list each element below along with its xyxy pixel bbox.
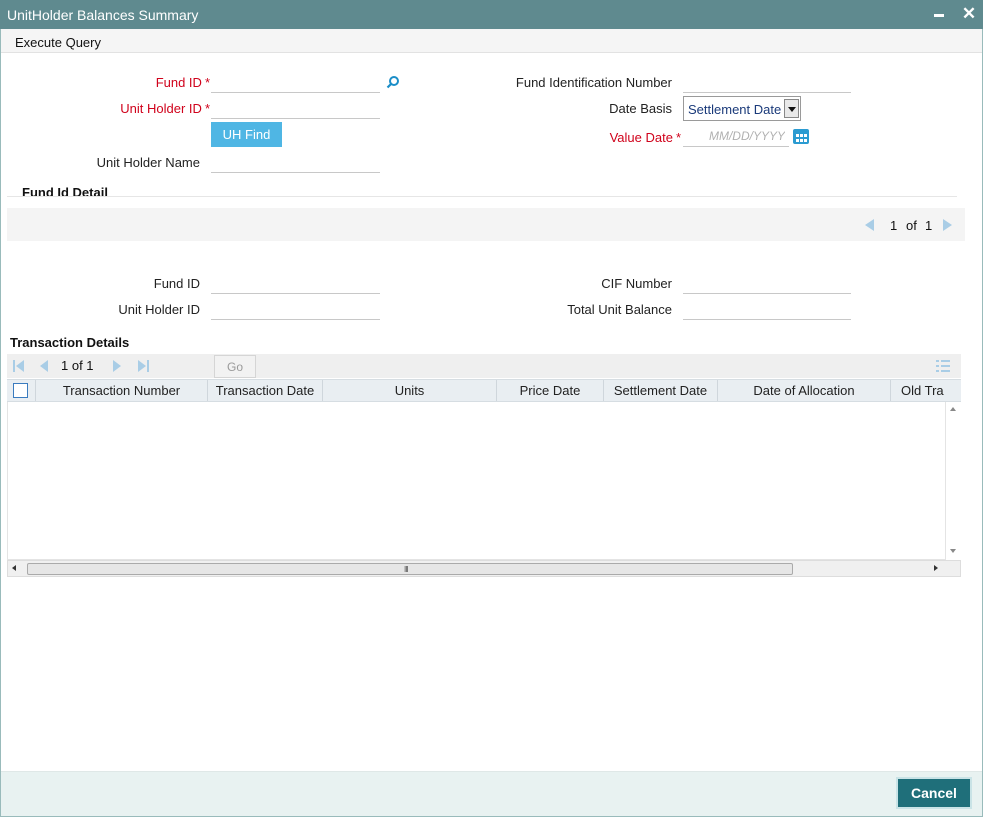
column-header[interactable]: Old Tra bbox=[891, 380, 961, 401]
detail-unit-holder-id-label: Unit Holder ID bbox=[118, 302, 200, 317]
fund-id-detail-pager-bar bbox=[7, 208, 965, 241]
total-unit-balance-input[interactable] bbox=[683, 298, 851, 320]
fund-id-label: Fund ID * bbox=[155, 75, 210, 90]
fund-identification-number-label: Fund Identification Number bbox=[515, 75, 672, 90]
scroll-up-icon[interactable] bbox=[950, 407, 956, 411]
pager-of: of bbox=[906, 218, 917, 233]
go-button[interactable]: Go bbox=[214, 355, 256, 378]
scroll-grip: III bbox=[404, 565, 409, 574]
window-titlebar: UnitHolder Balances Summary ✕ bbox=[0, 0, 983, 29]
close-icon[interactable]: ✕ bbox=[959, 4, 979, 24]
value-date-label: Value Date * bbox=[609, 130, 681, 145]
chevron-down-icon[interactable] bbox=[784, 99, 799, 118]
vertical-scrollbar[interactable] bbox=[945, 402, 961, 560]
select-all-checkbox[interactable] bbox=[13, 383, 28, 398]
execute-query-menu-item[interactable]: Execute Query bbox=[15, 35, 101, 50]
horizontal-scrollbar[interactable]: III bbox=[7, 560, 961, 577]
scroll-right-icon[interactable] bbox=[934, 565, 938, 571]
column-header[interactable]: Settlement Date bbox=[604, 380, 718, 401]
fund-id-input[interactable] bbox=[211, 71, 380, 93]
unit-holder-id-input[interactable] bbox=[211, 97, 380, 119]
column-header[interactable]: Date of Allocation bbox=[718, 380, 891, 401]
pager-current: 1 bbox=[890, 218, 898, 233]
last-page-icon[interactable] bbox=[137, 360, 149, 372]
unit-holder-name-input[interactable] bbox=[211, 151, 380, 173]
column-header[interactable]: Price Date bbox=[497, 380, 604, 401]
cancel-button[interactable]: Cancel bbox=[896, 777, 972, 809]
footer-bar bbox=[1, 771, 982, 816]
minimize-icon[interactable] bbox=[929, 4, 949, 24]
column-header[interactable]: Units bbox=[323, 380, 497, 401]
previous-icon[interactable] bbox=[865, 219, 874, 231]
date-basis-value: Settlement Date bbox=[688, 102, 782, 117]
detail-unit-holder-id-input[interactable] bbox=[211, 298, 380, 320]
column-header[interactable]: Transaction Number bbox=[36, 380, 208, 401]
transaction-grid-header: Transaction Number Transaction Date Unit… bbox=[7, 379, 961, 402]
section-divider bbox=[7, 196, 957, 197]
fund-id-detail-title: Fund Id Detail bbox=[22, 185, 108, 200]
scroll-down-icon[interactable] bbox=[950, 549, 956, 553]
total-unit-balance-label: Total Unit Balance bbox=[567, 302, 672, 317]
select-all-cell bbox=[7, 380, 36, 401]
value-date-input[interactable] bbox=[683, 125, 789, 147]
calendar-icon[interactable] bbox=[793, 129, 809, 144]
next-page-icon[interactable] bbox=[112, 360, 122, 372]
date-basis-select[interactable]: Settlement Date bbox=[683, 96, 801, 121]
detail-fund-id-input[interactable] bbox=[211, 272, 380, 294]
transaction-details-title: Transaction Details bbox=[10, 335, 130, 350]
grid-pager-text: 1 of 1 bbox=[61, 358, 94, 373]
column-settings-icon[interactable] bbox=[936, 360, 950, 372]
column-header[interactable]: Transaction Date bbox=[208, 380, 323, 401]
pager-total: 1 bbox=[925, 218, 933, 233]
window-title: UnitHolder Balances Summary bbox=[7, 7, 199, 23]
unit-holder-id-label: Unit Holder ID * bbox=[120, 101, 210, 116]
scroll-left-icon[interactable] bbox=[12, 565, 16, 571]
first-page-icon[interactable] bbox=[13, 360, 25, 372]
unit-holder-name-label: Unit Holder Name bbox=[96, 155, 200, 170]
menu-bar: Execute Query bbox=[1, 29, 982, 53]
transaction-grid-body bbox=[7, 402, 961, 560]
fund-identification-number-input[interactable] bbox=[683, 71, 851, 93]
uh-find-button[interactable]: UH Find bbox=[211, 122, 282, 147]
grid-toolbar: 1 of 1 bbox=[7, 354, 961, 378]
previous-page-icon[interactable] bbox=[39, 360, 49, 372]
next-icon[interactable] bbox=[943, 219, 952, 231]
cif-number-label: CIF Number bbox=[601, 276, 672, 291]
cif-number-input[interactable] bbox=[683, 272, 851, 294]
date-basis-label: Date Basis bbox=[609, 101, 672, 116]
scroll-thumb[interactable]: III bbox=[27, 563, 793, 575]
search-icon[interactable] bbox=[386, 75, 400, 89]
detail-fund-id-label: Fund ID bbox=[153, 276, 200, 291]
